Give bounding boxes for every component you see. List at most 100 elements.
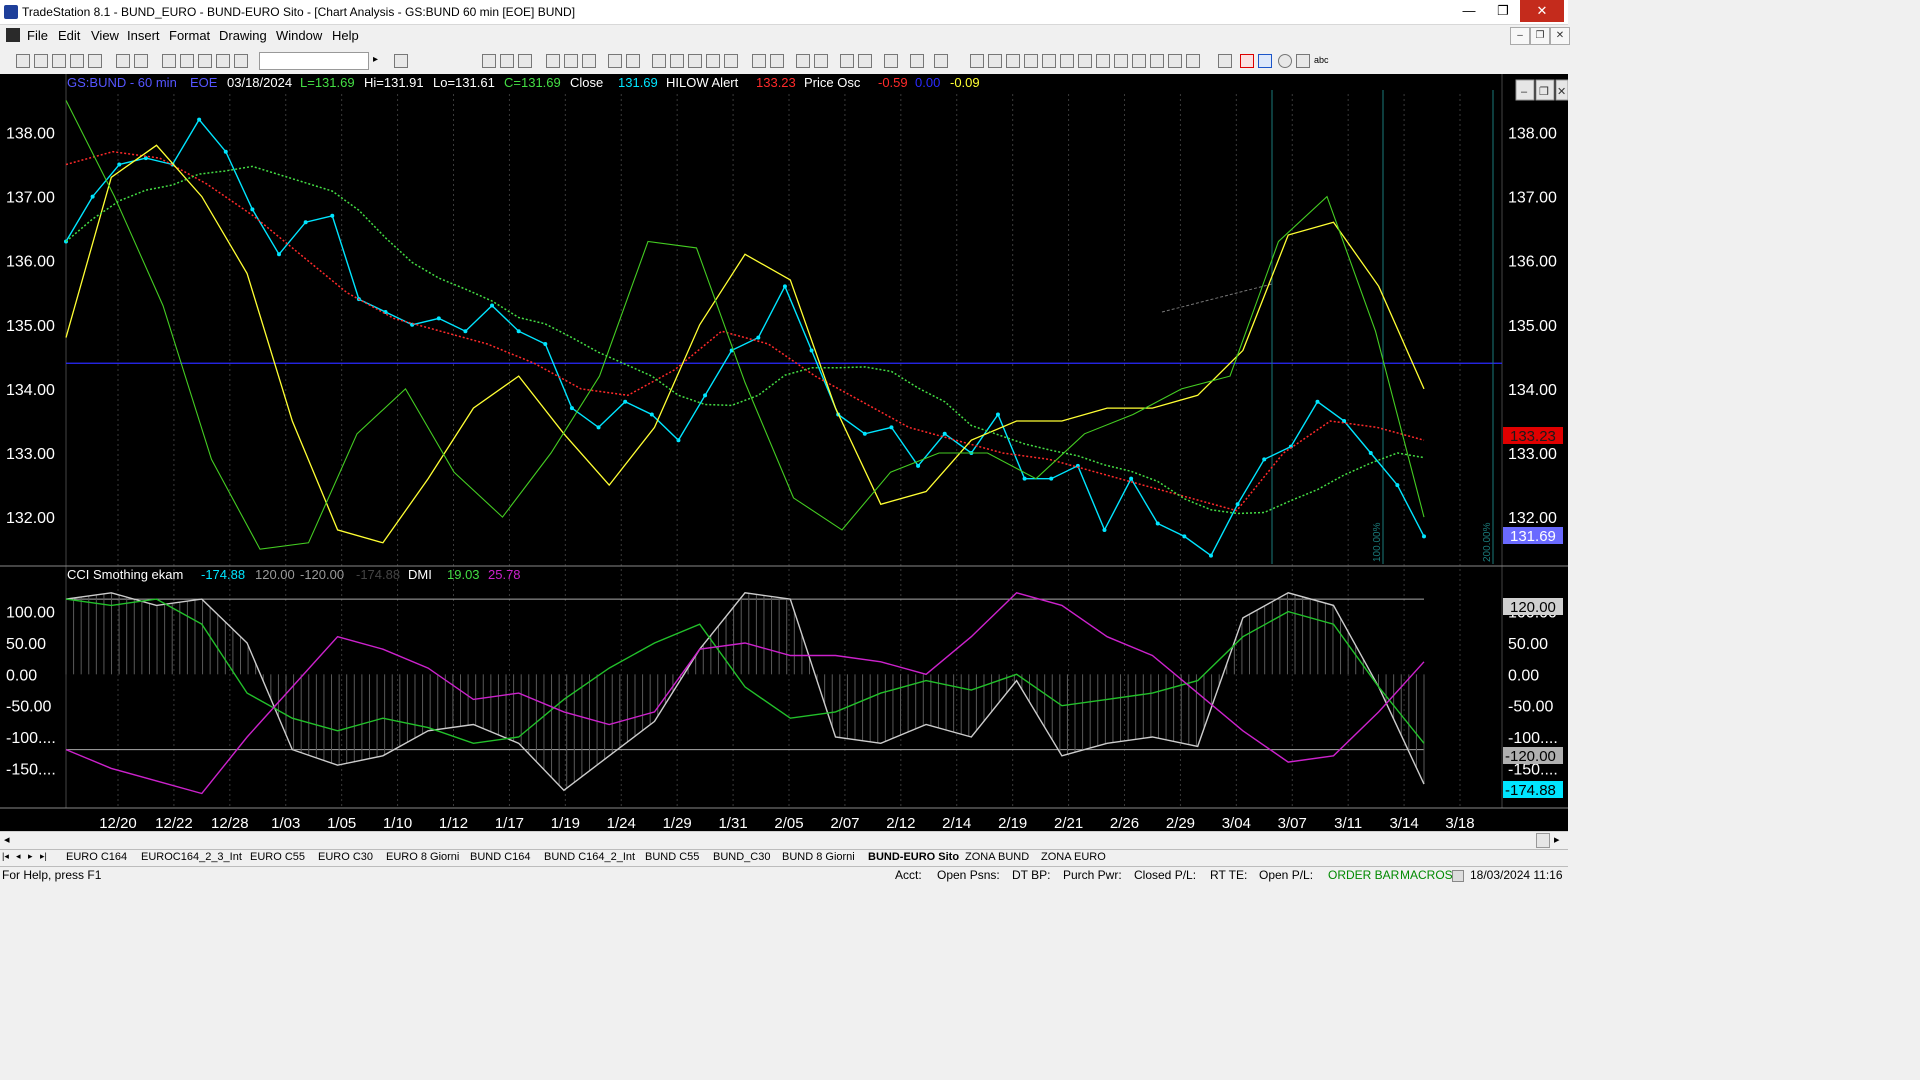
open-icon[interactable] — [34, 54, 48, 68]
arrow-up-icon[interactable] — [1258, 54, 1272, 68]
gann-fan-icon[interactable] — [1060, 54, 1074, 68]
menu-view[interactable]: View — [91, 28, 119, 43]
tab-euro-c30[interactable]: EURO C30 — [318, 851, 373, 863]
arrow-down-icon[interactable] — [1240, 54, 1254, 68]
copy-icon[interactable] — [162, 54, 176, 68]
tab-zona-bund[interactable]: ZONA BUND — [965, 851, 1029, 863]
close-button[interactable]: ✕ — [1520, 0, 1564, 22]
data-window-icon[interactable] — [910, 54, 924, 68]
menu-format[interactable]: Format — [169, 28, 210, 43]
indicator-icon[interactable] — [626, 54, 640, 68]
matrix-icon[interactable] — [500, 54, 514, 68]
tab-nav-next-icon[interactable]: ▸ — [28, 851, 33, 862]
drawn-trendline[interactable] — [1161, 283, 1273, 313]
scroll-left-icon[interactable]: ◂ — [4, 833, 10, 846]
print-preview-icon[interactable] — [134, 54, 148, 68]
tab-bund-8-giorni[interactable]: BUND 8 Giorni — [782, 851, 855, 863]
print-icon[interactable] — [116, 54, 130, 68]
maximize-button[interactable]: ❐ — [1486, 0, 1520, 22]
tab-bund-c55[interactable]: BUND C55 — [645, 851, 699, 863]
menu-help[interactable]: Help — [332, 28, 359, 43]
minimize-button[interactable]: — — [1452, 0, 1486, 22]
tab-nav-first-icon[interactable]: |◂ — [2, 851, 9, 862]
lock-icon[interactable] — [198, 54, 212, 68]
mdi-minimize-button[interactable]: – — [1510, 27, 1530, 45]
chart-analysis-icon[interactable] — [546, 54, 560, 68]
x-tick-1-31: 1/31 — [718, 815, 747, 831]
grid-icon[interactable] — [518, 54, 532, 68]
cci-value-2: 120.00 — [255, 567, 295, 582]
mdi-restore-button[interactable]: ❐ — [1530, 27, 1550, 45]
bars-icon[interactable] — [670, 54, 684, 68]
candles-icon[interactable] — [688, 54, 702, 68]
tab-euro-c164[interactable]: EURO C164 — [66, 851, 127, 863]
speedline-icon[interactable] — [1042, 54, 1056, 68]
tab-euroc164-2-3-int[interactable]: EUROC164_2_3_Int — [141, 851, 242, 863]
crosshair-icon[interactable] — [858, 54, 872, 68]
status-order-bar[interactable]: ORDER BAR — [1328, 868, 1399, 882]
tab-nav-prev-icon[interactable]: ◂ — [16, 851, 21, 862]
zoom-out-icon[interactable] — [814, 54, 828, 68]
mdi-close-button[interactable]: ✕ — [1550, 27, 1570, 45]
hammer-icon[interactable] — [884, 54, 898, 68]
options-icon[interactable] — [582, 54, 596, 68]
menu-insert[interactable]: Insert — [127, 28, 160, 43]
zoom-bars-icon[interactable] — [752, 54, 766, 68]
scroll-thumb[interactable] — [1536, 833, 1550, 848]
tab-bund-euro-sito[interactable]: BUND-EURO Sito — [868, 851, 959, 863]
text-tool-icon[interactable]: abc — [1314, 54, 1329, 66]
regression-icon[interactable] — [1114, 54, 1128, 68]
apps-icon[interactable] — [234, 54, 248, 68]
tab-euro-8-giorni[interactable]: EURO 8 Giorni — [386, 851, 459, 863]
tab-nav-last-icon[interactable]: ▸| — [40, 851, 47, 862]
paste-icon[interactable] — [180, 54, 194, 68]
zoom-in-icon[interactable] — [796, 54, 810, 68]
channel-icon[interactable] — [1150, 54, 1164, 68]
tab-bund-c30[interactable]: BUND_C30 — [713, 851, 770, 863]
histogram-icon[interactable] — [724, 54, 738, 68]
trendline-icon[interactable] — [970, 54, 984, 68]
alert-icon[interactable] — [652, 54, 666, 68]
new-icon[interactable] — [16, 54, 30, 68]
line-chart-icon[interactable] — [706, 54, 720, 68]
status-macros[interactable]: MACROS — [1400, 868, 1453, 882]
horizontal-lines-icon[interactable] — [1006, 54, 1020, 68]
scanner-icon[interactable] — [564, 54, 578, 68]
menu-file[interactable]: File — [27, 28, 48, 43]
chart-canvas[interactable]: 100.00% 200.00% 138.00 138.00 137.00 137.00… — [0, 74, 1569, 832]
curve-icon[interactable] — [1218, 54, 1232, 68]
retracement-icon[interactable] — [1024, 54, 1038, 68]
menu-drawing[interactable]: Drawing — [219, 28, 267, 43]
menu-edit[interactable]: Edit — [58, 28, 80, 43]
symbol-dropdown[interactable] — [259, 52, 369, 70]
extension-icon[interactable] — [1132, 54, 1146, 68]
fibonacci-lines-icon[interactable] — [1096, 54, 1110, 68]
chart-style-icon[interactable] — [216, 54, 230, 68]
ellipse-icon[interactable] — [1278, 54, 1292, 68]
time-zones-icon[interactable] — [1186, 54, 1200, 68]
radar-icon[interactable] — [482, 54, 496, 68]
tab-bund-c164-2-int[interactable]: BUND C164_2_Int — [544, 851, 635, 863]
andrews-pitchfork-icon[interactable] — [1078, 54, 1092, 68]
menu-window[interactable]: Window — [276, 28, 322, 43]
workspace-icon[interactable] — [70, 54, 84, 68]
spacing-icon[interactable] — [770, 54, 784, 68]
drawing-toggle-icon[interactable] — [934, 54, 948, 68]
arc-icon[interactable] — [1168, 54, 1182, 68]
vertical-lines-icon[interactable] — [988, 54, 1002, 68]
chart-analysis-window[interactable]: 100.00% 200.00% 138.00 138.00 137.00 137.00… — [0, 74, 1569, 832]
strategy-icon[interactable] — [608, 54, 622, 68]
save-icon[interactable] — [52, 54, 66, 68]
tab-zona-euro[interactable]: ZONA EURO — [1041, 851, 1106, 863]
pointer-icon[interactable] — [840, 54, 854, 68]
close-workspace-icon[interactable] — [88, 54, 102, 68]
dropdown-arrow-icon[interactable]: ▸ — [373, 54, 385, 66]
rectangle-icon[interactable] — [1296, 54, 1310, 68]
tab-bund-c164[interactable]: BUND C164 — [470, 851, 531, 863]
tab-euro-c55[interactable]: EURO C55 — [250, 851, 305, 863]
close-point-17 — [516, 329, 521, 334]
hilow-price-label: 133.23 — [1510, 428, 1556, 445]
scroll-right-icon[interactable]: ▸ — [1554, 833, 1560, 846]
horizontal-scrollbar[interactable]: ◂ ▸ — [0, 831, 1568, 850]
find-symbol-icon[interactable] — [394, 54, 408, 68]
